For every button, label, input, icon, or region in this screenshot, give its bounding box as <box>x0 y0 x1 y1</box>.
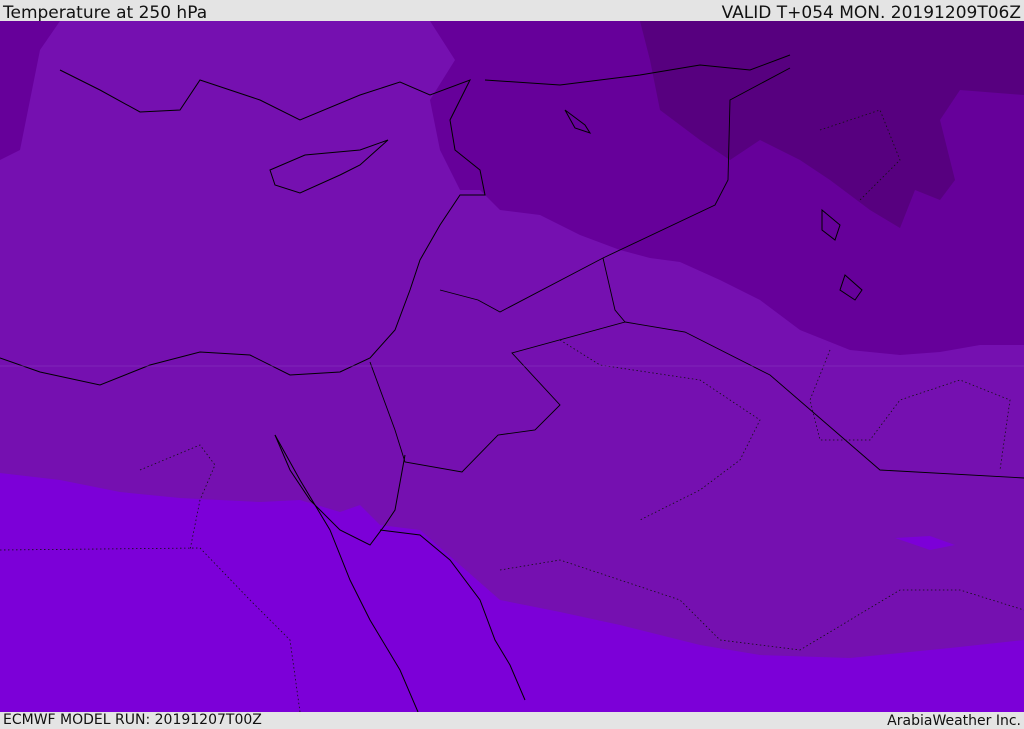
header-bar: Temperature at 250 hPa VALID T+054 MON. … <box>0 0 1024 23</box>
temperature-map <box>0 21 1024 712</box>
map-title: Temperature at 250 hPa <box>3 3 208 23</box>
credit: ArabiaWeather Inc. <box>887 713 1021 729</box>
valid-time: VALID T+054 MON. 20191209T06Z <box>721 3 1021 23</box>
footer-bar: ECMWF MODEL RUN: 20191207T00Z ArabiaWeat… <box>0 712 1024 729</box>
model-run: ECMWF MODEL RUN: 20191207T00Z <box>3 712 262 728</box>
